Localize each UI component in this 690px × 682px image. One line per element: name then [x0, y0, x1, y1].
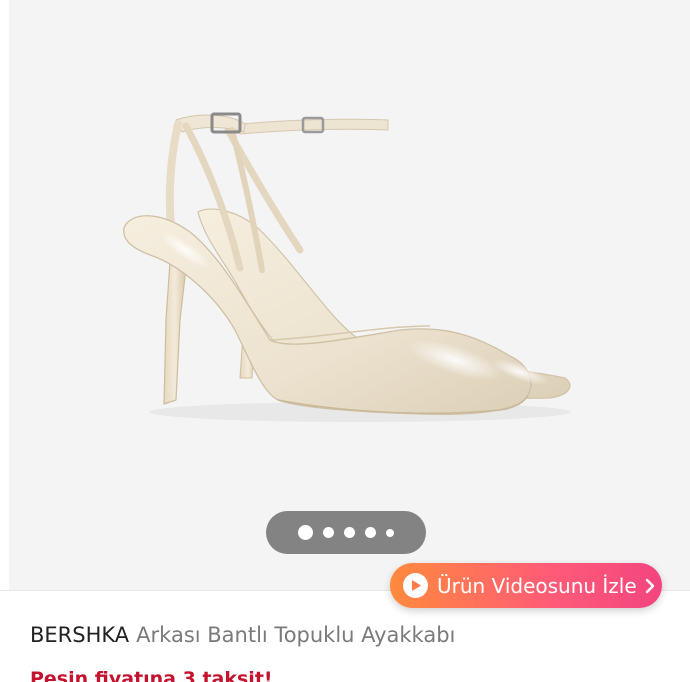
watch-video-label: Ürün Videosunu İzle: [437, 573, 637, 598]
pager-dot[interactable]: [386, 528, 394, 537]
product-brand[interactable]: BERSHKA: [30, 623, 129, 647]
product-image-gallery[interactable]: [0, 0, 690, 590]
image-pager-indicator[interactable]: [266, 511, 426, 554]
installment-promo-text: Peşin fiyatına 3 taksit!: [30, 668, 273, 682]
product-detail-page: Ürün Videosunu İzle BERSHKA Arkası Bantlı…: [0, 0, 690, 682]
pager-dot[interactable]: [344, 527, 355, 538]
product-title: BERSHKA Arkası Bantlı Topuklu Ayakkabı: [30, 623, 455, 647]
chevron-right-icon: [645, 578, 655, 594]
pager-dot-active[interactable]: [298, 525, 313, 540]
pager-dot[interactable]: [365, 527, 376, 538]
pager-dot[interactable]: [323, 527, 334, 538]
product-name: Arkası Bantlı Topuklu Ayakkabı: [136, 623, 456, 647]
watch-product-video-button[interactable]: Ürün Videosunu İzle: [390, 563, 662, 608]
product-shoe-image[interactable]: [0, 0, 690, 590]
play-icon: [403, 573, 428, 598]
